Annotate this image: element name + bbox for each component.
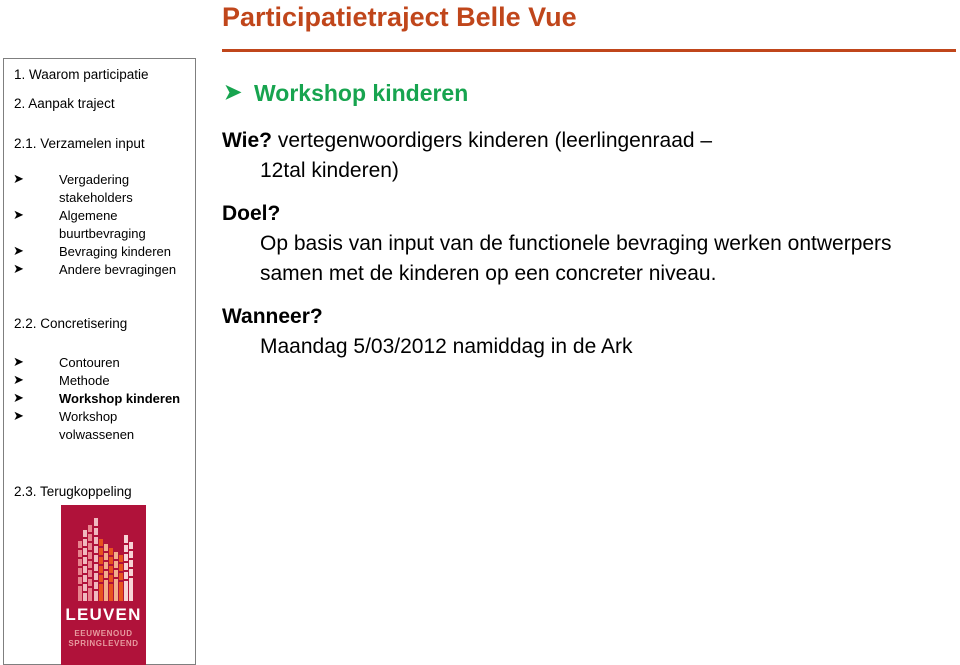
sidebar-item-concretisering[interactable]: 2.2. Concretisering (14, 316, 127, 331)
arrow-bullet-icon: ➤ (13, 243, 24, 258)
content-heading: ➤ Workshop kinderen (222, 78, 956, 108)
qa-label-wanneer: Wanneer? (222, 305, 323, 328)
arrow-bullet-icon: ➤ (13, 408, 24, 423)
list-item[interactable]: ➤ Methode (4, 372, 195, 390)
leuven-tower-icon (78, 518, 133, 601)
arrow-bullet-icon: ➤ (13, 207, 24, 222)
slide-body: ➤ Workshop kinderen Wie? vertegenwoordig… (222, 78, 956, 375)
list-item[interactable]: ➤ Workshop volwassenen (4, 408, 195, 444)
qa-body-wanneer: Maandag 5/03/2012 namiddag in de Ark (260, 335, 633, 358)
content-heading-label: Workshop kinderen (254, 80, 469, 106)
arrow-bullet-icon: ➤ (13, 354, 24, 369)
qa-body-doel: Op basis van input van de functionele be… (260, 232, 892, 285)
arrow-bullet-icon: ➤ (13, 261, 24, 276)
sidebar-item-waarom-participatie[interactable]: 1. Waarom participatie (14, 67, 149, 82)
qa-block-doel: Doel? Op basis van input van de function… (222, 199, 956, 289)
arrow-bullet-icon: ➤ (13, 171, 24, 186)
leuven-tagline: EEUWENOUD SPRINGLEVEND (61, 629, 146, 649)
sidebar-item-terugkoppeling[interactable]: 2.3. Terugkoppeling (14, 484, 132, 499)
arrow-bullet-icon: ➤ (13, 390, 24, 405)
list-item-active[interactable]: ➤ Workshop kinderen (4, 390, 195, 408)
qa-body-wie: vertegenwoordigers kinderen (leerlingenr… (271, 129, 713, 152)
list-item[interactable]: ➤ Contouren (4, 354, 195, 372)
title-divider (222, 49, 956, 52)
list-item-label: Workshop kinderen (59, 391, 181, 406)
qa-label-wie: Wie? (222, 129, 272, 152)
list-item[interactable]: ➤ Bevraging kinderen (4, 243, 195, 261)
list-item-label: Bevraging kinderen (59, 244, 172, 259)
list-item[interactable]: ➤ Vergadering stakeholders (4, 171, 195, 207)
qa-block-wie: Wie? vertegenwoordigers kinderen (leerli… (222, 126, 956, 186)
leuven-logo: LEUVEN EEUWENOUD SPRINGLEVEND (61, 505, 146, 665)
sidebar-item-verzamelen-input[interactable]: 2.1. Verzamelen input (14, 136, 145, 151)
list-item-label: Algemene buurtbevraging (59, 208, 146, 241)
list-item-label: Methode (59, 373, 110, 388)
list-item[interactable]: ➤ Andere bevragingen (4, 261, 195, 279)
qa-block-wanneer: Wanneer? Maandag 5/03/2012 namiddag in d… (222, 302, 956, 362)
qa-label-doel: Doel? (222, 202, 281, 225)
list-item-label: Vergadering stakeholders (59, 172, 133, 205)
list-item-label: Contouren (59, 355, 120, 370)
sidebar-item-aanpak-traject[interactable]: 2. Aanpak traject (14, 96, 115, 111)
list-item-label: Andere bevragingen (59, 262, 177, 277)
sidebar-sublist-verzamelen-input: ➤ Vergadering stakeholders ➤ Algemene bu… (4, 171, 195, 279)
qa-body-wie-cont: 12tal kinderen) (260, 159, 399, 182)
arrow-bullet-icon: ➤ (224, 81, 242, 104)
leuven-tagline-line1: EEUWENOUD (74, 629, 133, 638)
list-item-label: Workshop volwassenen (59, 409, 135, 442)
leuven-tagline-line2: SPRINGLEVEND (68, 639, 139, 648)
page-title: Participatietraject Belle Vue (222, 2, 577, 32)
leuven-wordmark: LEUVEN (65, 605, 142, 624)
list-item[interactable]: ➤ Algemene buurtbevraging (4, 207, 195, 243)
sidebar-sublist-concretisering: ➤ Contouren ➤ Methode ➤ Workshop kindere… (4, 354, 195, 444)
arrow-bullet-icon: ➤ (13, 372, 24, 387)
